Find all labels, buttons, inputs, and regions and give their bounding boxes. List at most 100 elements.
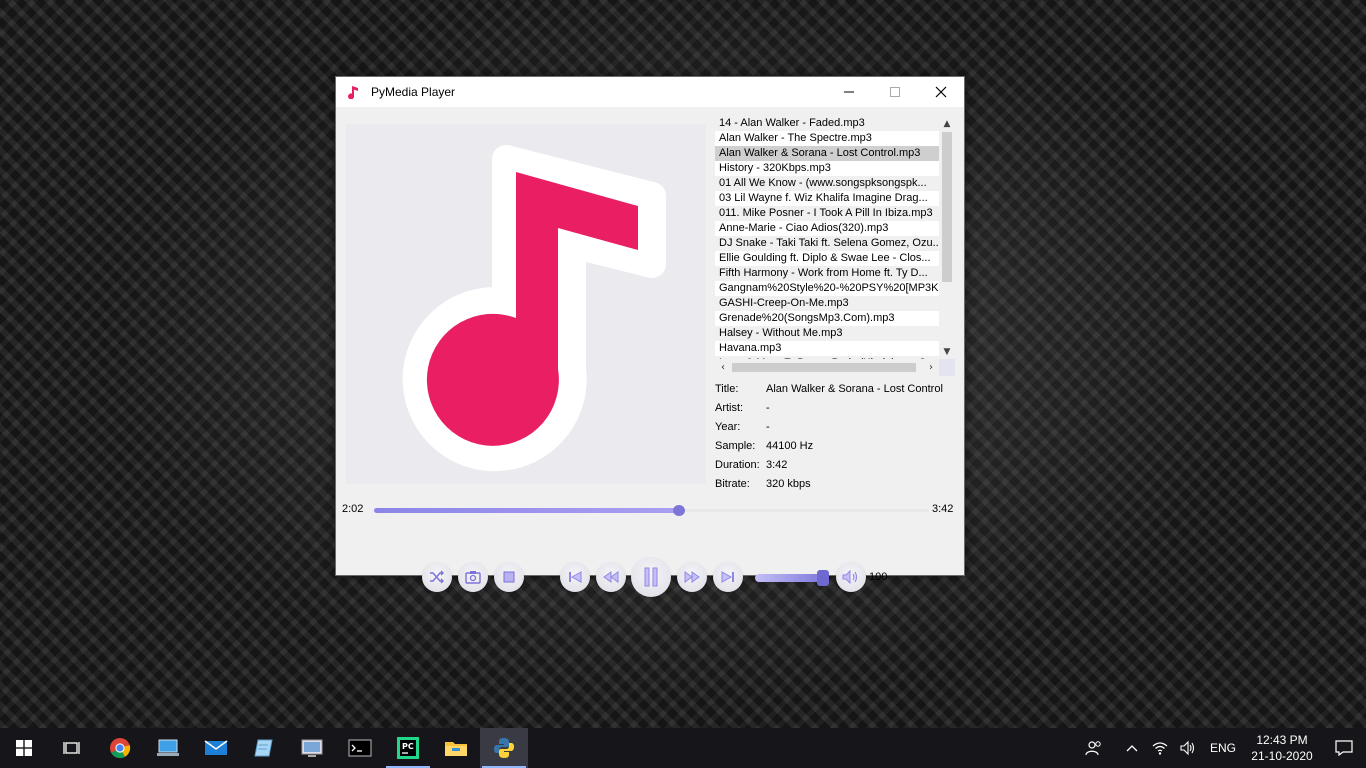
terminal-icon bbox=[348, 739, 372, 757]
close-icon bbox=[935, 86, 947, 98]
playlist-item[interactable]: Alan Walker & Sorana - Lost Control.mp3 bbox=[715, 146, 939, 161]
volume-level: 100 bbox=[869, 571, 888, 583]
volume-button[interactable] bbox=[836, 562, 866, 592]
window-title: PyMedia Player bbox=[371, 85, 456, 99]
scroll-up-icon[interactable]: ▲ bbox=[939, 116, 955, 131]
metadata-label: Bitrate: bbox=[715, 478, 750, 490]
stop-button[interactable] bbox=[494, 562, 524, 592]
playlist-item[interactable]: GASHI-Creep-On-Me.mp3 bbox=[715, 296, 939, 311]
taskbar-python[interactable] bbox=[480, 728, 528, 768]
playlist-item[interactable]: 011. Mike Posner - I Took A Pill In Ibiz… bbox=[715, 206, 939, 221]
seek-handle[interactable] bbox=[673, 505, 686, 516]
metadata-value: 44100 Hz bbox=[766, 440, 814, 452]
metadata-value: 3:42 bbox=[766, 459, 788, 471]
screenshot-button[interactable] bbox=[458, 562, 488, 592]
total-time: 3:42 bbox=[932, 503, 954, 515]
playlist-item[interactable]: 01 All We Know - (www.songspksongspk... bbox=[715, 176, 939, 191]
windows-start-icon bbox=[16, 740, 32, 756]
playlist-item[interactable]: 14 - Alan Walker - Faded.mp3 bbox=[715, 116, 939, 131]
people-icon bbox=[1085, 741, 1101, 756]
taskbar-control-panel[interactable] bbox=[288, 728, 336, 768]
playlist-item[interactable]: Havana.mp3 bbox=[715, 341, 939, 356]
clock-time: 12:43 PM bbox=[1256, 733, 1308, 747]
music-note-artwork-icon bbox=[402, 145, 666, 472]
seek-progress bbox=[374, 508, 680, 513]
playlist-horizontal-scrollbar[interactable]: ‹ › bbox=[715, 359, 939, 376]
skip-forward-button[interactable] bbox=[713, 562, 743, 592]
playlist-item[interactable]: Halsey - Without Me.mp3 bbox=[715, 326, 939, 341]
scroll-down-icon[interactable]: ▼ bbox=[939, 344, 955, 359]
playlist-item[interactable]: Alan Walker - The Spectre.mp3 bbox=[715, 131, 939, 146]
input-language[interactable]: ENG bbox=[1210, 741, 1236, 755]
pycharm-icon: PC bbox=[397, 737, 419, 759]
album-art bbox=[346, 124, 706, 484]
action-center-button[interactable] bbox=[1324, 728, 1364, 768]
fast-forward-button[interactable] bbox=[677, 562, 707, 592]
playlist-item[interactable]: Fifth Harmony - Work from Home ft. Ty D.… bbox=[715, 266, 939, 281]
playlist-item[interactable]: 03 Lil Wayne f. Wiz Khalifa Imagine Drag… bbox=[715, 191, 939, 206]
network-button[interactable] bbox=[1148, 728, 1172, 768]
playlist-item[interactable]: Ellie Goulding ft. Diplo & Swae Lee - Cl… bbox=[715, 251, 939, 266]
metadata-row: Duration: 3:42 bbox=[715, 459, 955, 478]
clock[interactable]: 12:43 PM 21-10-2020 bbox=[1244, 732, 1320, 764]
pause-button[interactable] bbox=[631, 557, 671, 597]
close-button[interactable] bbox=[918, 77, 964, 107]
skip-back-button[interactable] bbox=[560, 562, 590, 592]
vertical-scroll-thumb[interactable] bbox=[942, 132, 952, 282]
shuffle-icon bbox=[430, 570, 444, 584]
playlist[interactable]: 14 - Alan Walker - Faded.mp3 Alan Walker … bbox=[715, 116, 939, 359]
rewind-button[interactable] bbox=[596, 562, 626, 592]
fast-forward-icon bbox=[684, 571, 700, 583]
playlist-item[interactable]: Gangnam%20Style%20-%20PSY%20[MP3K... bbox=[715, 281, 939, 296]
show-hidden-icons-button[interactable] bbox=[1120, 728, 1144, 768]
control-panel-icon bbox=[301, 739, 323, 757]
volume-slider[interactable] bbox=[755, 570, 829, 586]
clock-date: 21-10-2020 bbox=[1251, 749, 1313, 763]
scroll-right-icon[interactable]: › bbox=[923, 359, 939, 376]
seek-bar[interactable] bbox=[374, 505, 929, 516]
rewind-icon bbox=[603, 571, 619, 583]
stop-icon bbox=[503, 571, 515, 583]
taskbar-file-explorer[interactable] bbox=[432, 728, 480, 768]
taskbar-terminal[interactable] bbox=[336, 728, 384, 768]
metadata-label: Sample: bbox=[715, 440, 756, 452]
playlist-item[interactable]: History - 320Kbps.mp3 bbox=[715, 161, 939, 176]
playlist-item[interactable]: Anne-Marie - Ciao Adios(320).mp3 bbox=[715, 221, 939, 236]
metadata-value: 320 kbps bbox=[766, 478, 811, 490]
python-icon bbox=[494, 738, 514, 758]
maximize-button[interactable] bbox=[872, 77, 918, 107]
metadata-row: Sample: 44100 Hz bbox=[715, 440, 955, 459]
elapsed-time: 2:02 bbox=[342, 503, 364, 515]
taskbar-chrome[interactable] bbox=[96, 728, 144, 768]
taskbar-pycharm[interactable]: PC bbox=[384, 728, 432, 768]
mail-icon bbox=[204, 740, 228, 755]
taskbar-this-pc[interactable] bbox=[144, 728, 192, 768]
metadata-label: Year: bbox=[715, 421, 741, 433]
file-explorer-icon bbox=[445, 742, 467, 756]
skip-forward-icon bbox=[721, 571, 734, 583]
taskbar-notepad[interactable] bbox=[240, 728, 288, 768]
horizontal-scroll-thumb[interactable] bbox=[732, 363, 916, 372]
task-view-button[interactable] bbox=[48, 728, 96, 768]
volume-handle[interactable] bbox=[817, 570, 829, 586]
this-pc-icon bbox=[157, 739, 179, 756]
title-bar[interactable]: PyMedia Player bbox=[336, 77, 964, 107]
minimize-button[interactable] bbox=[826, 77, 872, 107]
people-button[interactable] bbox=[1082, 728, 1106, 768]
shuffle-button[interactable] bbox=[422, 562, 452, 592]
playlist-vertical-scrollbar[interactable]: ▲ ▼ bbox=[939, 116, 955, 359]
playlist-item[interactable]: Grenade%20(SongsMp3.Com).mp3 bbox=[715, 311, 939, 326]
metadata-value: - bbox=[766, 402, 770, 414]
start-button[interactable] bbox=[0, 728, 48, 768]
playlist-item[interactable]: DJ Snake - Taki Taki ft. Selena Gomez, O… bbox=[715, 236, 939, 251]
volume-icon bbox=[842, 570, 858, 584]
svg-text:PC: PC bbox=[402, 742, 414, 751]
taskbar-mail[interactable] bbox=[192, 728, 240, 768]
skip-back-icon bbox=[569, 571, 582, 583]
maximize-icon bbox=[890, 87, 900, 97]
metadata-row: Year: - bbox=[715, 421, 955, 440]
volume-tray-button[interactable] bbox=[1176, 728, 1200, 768]
scroll-left-icon[interactable]: ‹ bbox=[715, 359, 731, 376]
metadata-label: Artist: bbox=[715, 402, 744, 414]
metadata-row: Title: Alan Walker & Sorana - Lost Contro… bbox=[715, 383, 955, 402]
